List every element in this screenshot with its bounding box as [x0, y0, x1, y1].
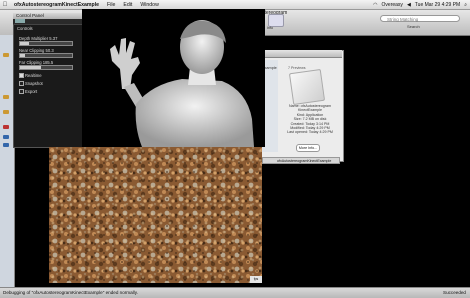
info-window-titlebar[interactable]	[260, 50, 342, 58]
depth-multiplier-slider[interactable]	[19, 41, 73, 46]
info-line: Last opened: Today 4:29 PM	[287, 130, 333, 135]
search-label: Search	[407, 24, 420, 29]
info-details: Name: ofxAutostereogram KinectExample Ki…	[280, 104, 340, 135]
more-info-button[interactable]: More Info...	[296, 144, 320, 152]
export-label: Export	[25, 89, 38, 94]
search-input[interactable]: String Matching	[380, 15, 460, 22]
autostereogram-view	[49, 147, 262, 283]
depth-image-view	[82, 9, 265, 147]
error-icon[interactable]	[3, 125, 9, 129]
menu-window[interactable]: Window	[136, 2, 162, 8]
spotlight-icon[interactable]: ⌕	[464, 2, 467, 8]
slider-fill	[20, 54, 26, 57]
target-icon[interactable]	[3, 143, 9, 147]
window-strip[interactable]: ofxAutostereogramKinectExample	[262, 157, 340, 164]
menu-file[interactable]: File	[103, 2, 119, 8]
info-toolbar-label: Info	[267, 26, 273, 30]
menu-app-name[interactable]: ofxAutostereogramKinectExample	[10, 2, 103, 8]
stereogram-texture	[49, 147, 262, 283]
volume-icon[interactable]: ◀	[407, 2, 411, 8]
apple-menu-icon[interactable]: 	[0, 2, 10, 8]
realtime-checkbox[interactable]	[19, 73, 24, 78]
near-clipping-slider[interactable]	[19, 53, 73, 58]
snapshot-label: Snapshot	[25, 81, 43, 86]
snapshot-checkbox[interactable]	[19, 81, 24, 86]
clock[interactable]: Tue Mar 29 4:29 PM	[415, 2, 460, 8]
menu-edit[interactable]: Edit	[119, 2, 136, 8]
info-header-right: 7 Previews	[288, 66, 306, 70]
fps-label: fps	[250, 276, 262, 283]
group-icon[interactable]	[3, 53, 9, 57]
slider-fill	[20, 66, 41, 69]
status-bar: Debugging of "ofxAutostereogramKinectExa…	[0, 287, 470, 298]
far-clipping-slider[interactable]	[19, 65, 73, 70]
target-icon[interactable]	[3, 135, 9, 139]
control-panel-tab[interactable]	[15, 19, 25, 23]
wifi-icon[interactable]: ◠	[373, 2, 377, 8]
group-icon[interactable]	[3, 95, 9, 99]
app-icon	[288, 68, 326, 106]
export-checkbox[interactable]	[19, 89, 24, 94]
slider-fill	[20, 42, 30, 45]
group-icon[interactable]	[3, 110, 9, 114]
user-name[interactable]: Overeasy	[382, 2, 403, 8]
controls-heading: Controls	[17, 26, 33, 31]
realtime-label: Realtime	[25, 73, 42, 78]
depth-silhouette	[110, 20, 254, 147]
